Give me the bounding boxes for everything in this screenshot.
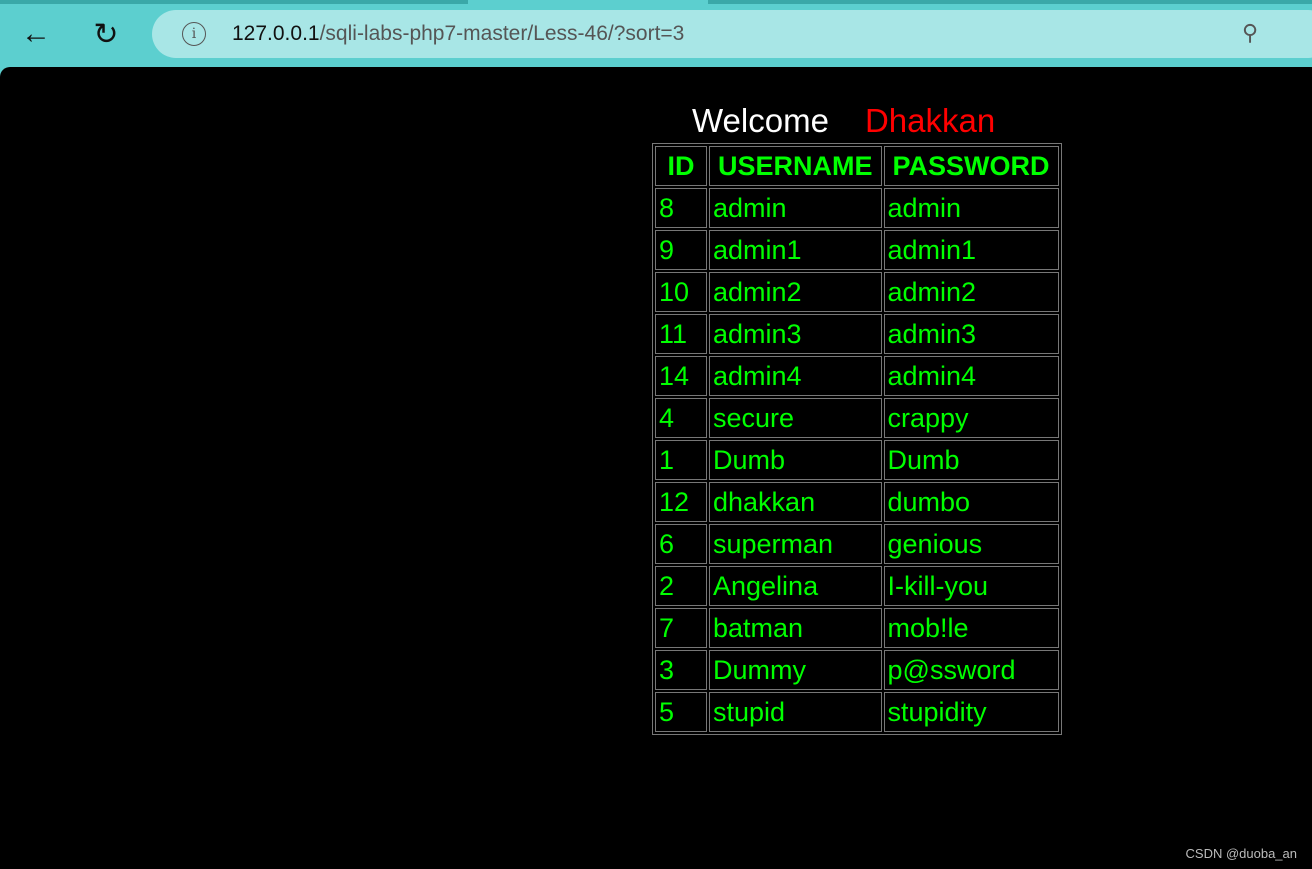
tab[interactable]	[0, 0, 468, 4]
users-table: ID USERNAME PASSWORD 8 admin admin 9 admin1 adm…	[652, 143, 1062, 735]
table-row: 8 admin admin	[655, 188, 1059, 228]
welcome-heading: Welcome Dhakkan	[692, 102, 996, 139]
table-row: 9 admin1 admin1	[655, 230, 1059, 270]
table-cell: mob!le	[883, 608, 1059, 648]
url-text[interactable]: 127.0.0.1/sqli-labs-php7-master/Less-46/…	[232, 22, 684, 46]
table-cell: admin	[883, 188, 1059, 228]
column-header: USERNAME	[709, 146, 882, 186]
table-row: 2 Angelina I-kill-you	[655, 566, 1059, 606]
tab[interactable]	[708, 0, 1312, 4]
column-header: ID	[655, 146, 707, 186]
table-cell: dumbo	[883, 482, 1059, 522]
table-cell: 4	[655, 398, 707, 438]
table-cell: secure	[709, 398, 882, 438]
table-row: 11 admin3 admin3	[655, 314, 1059, 354]
zoom-icon[interactable]: ⚲	[1242, 20, 1258, 46]
table-row: 6 superman genious	[655, 524, 1059, 564]
table-cell: admin3	[883, 314, 1059, 354]
table-cell: 2	[655, 566, 707, 606]
table-cell: Dummy	[709, 650, 882, 690]
table-cell: 3	[655, 650, 707, 690]
table-cell: 6	[655, 524, 707, 564]
table-cell: admin2	[883, 272, 1059, 312]
table-cell: admin3	[709, 314, 882, 354]
table-cell: 9	[655, 230, 707, 270]
table-cell: 14	[655, 356, 707, 396]
back-arrow-icon[interactable]: ←	[16, 14, 56, 54]
browser-toolbar: ← ↻ i 127.0.0.1/sqli-labs-php7-master/Le…	[0, 0, 1312, 68]
table-cell: admin1	[709, 230, 882, 270]
table-cell: 10	[655, 272, 707, 312]
table-cell: dhakkan	[709, 482, 882, 522]
table-row: 14 admin4 admin4	[655, 356, 1059, 396]
table-cell: admin1	[883, 230, 1059, 270]
table-row: 1 Dumb Dumb	[655, 440, 1059, 480]
table-cell: Dumb	[709, 440, 882, 480]
table-cell: superman	[709, 524, 882, 564]
info-icon[interactable]: i	[182, 22, 206, 46]
table-row: 7 batman mob!le	[655, 608, 1059, 648]
table-cell: batman	[709, 608, 882, 648]
watermark: CSDN @duoba_an	[1185, 846, 1297, 861]
table-cell: 7	[655, 608, 707, 648]
table-row: 5 stupid stupidity	[655, 692, 1059, 732]
table-cell: Angelina	[709, 566, 882, 606]
table-cell: 1	[655, 440, 707, 480]
table-cell: 8	[655, 188, 707, 228]
table-row: 4 secure crappy	[655, 398, 1059, 438]
table-cell: admin2	[709, 272, 882, 312]
table-cell: genious	[883, 524, 1059, 564]
table-cell: stupidity	[883, 692, 1059, 732]
table-cell: p@ssword	[883, 650, 1059, 690]
table-row: 10 admin2 admin2	[655, 272, 1059, 312]
table-cell: admin4	[709, 356, 882, 396]
address-bar[interactable]: i 127.0.0.1/sqli-labs-php7-master/Less-4…	[152, 10, 1312, 58]
table-cell: admin4	[883, 356, 1059, 396]
table-cell: 5	[655, 692, 707, 732]
table-cell: Dumb	[883, 440, 1059, 480]
table-cell: stupid	[709, 692, 882, 732]
table-cell: I-kill-you	[883, 566, 1059, 606]
table-cell: crappy	[883, 398, 1059, 438]
table-cell: 12	[655, 482, 707, 522]
table-row: 12 dhakkan dumbo	[655, 482, 1059, 522]
table-cell: admin	[709, 188, 882, 228]
user-name: Dhakkan	[864, 102, 996, 139]
table-row: 3 Dummy p@ssword	[655, 650, 1059, 690]
column-header: PASSWORD	[883, 146, 1059, 186]
table-cell: 11	[655, 314, 707, 354]
reload-icon[interactable]: ↻	[86, 14, 126, 54]
